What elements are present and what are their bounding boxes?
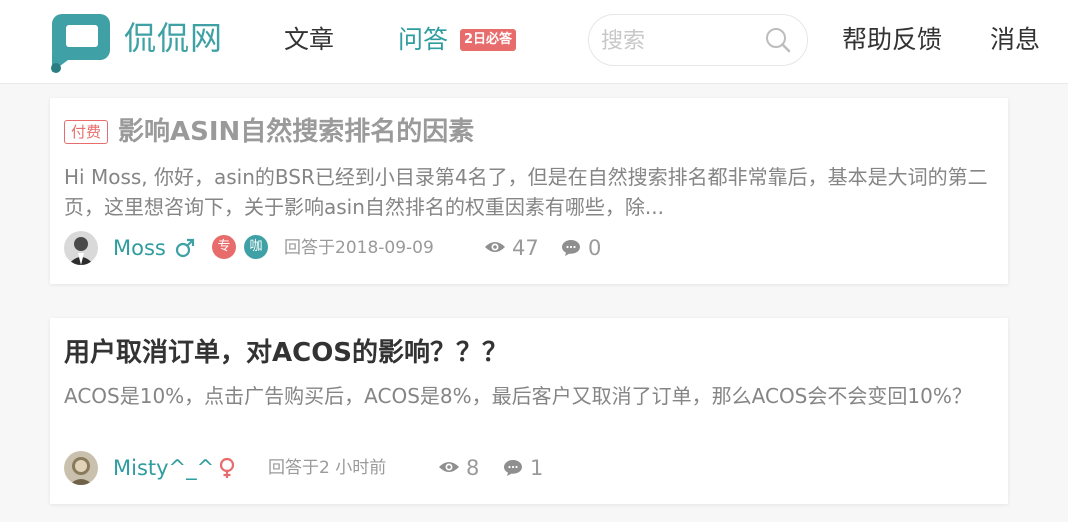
view-count: 47 xyxy=(512,236,539,260)
kankan-logo-icon[interactable] xyxy=(48,12,114,74)
paid-tag: 付费 xyxy=(64,120,108,144)
comment-count: 0 xyxy=(588,236,602,260)
comment-icon xyxy=(562,240,580,256)
question-meta: Misty^_^ 回答于2 小时前 8 1 xyxy=(64,451,994,485)
question-meta: Moss 专 咖 回答于2018-09-09 47 0 xyxy=(64,231,994,265)
eye-icon xyxy=(439,462,459,472)
author-name[interactable]: Misty^_^ xyxy=(113,453,214,483)
expert-badge: 专 xyxy=(212,235,236,259)
nav-qa[interactable]: 问答 xyxy=(398,22,448,58)
nav-help-feedback[interactable]: 帮助反馈 xyxy=(842,22,942,58)
question-card[interactable]: 用户取消订单，对ACOS的影响？？？ ACOS是10%，点击广告购买后，ACOS… xyxy=(50,318,1008,504)
question-description[interactable]: ACOS是10%，点击广告购买后，ACOS是8%，最后客户又取消了订单，那么AC… xyxy=(64,381,994,441)
question-title[interactable]: 影响ASIN自然搜索排名的因素 xyxy=(118,114,474,150)
question-description[interactable]: Hi Moss, 你好，asin的BSR已经到小目录第4名了，但是在自然搜索排名… xyxy=(64,162,994,222)
nav-messages[interactable]: 消息 xyxy=(990,22,1040,58)
vip-badge: 咖 xyxy=(244,235,268,259)
eye-icon xyxy=(485,242,505,252)
avatar[interactable] xyxy=(64,451,98,485)
answered-time: 回答于2 小时前 xyxy=(268,458,387,478)
view-count: 8 xyxy=(466,456,480,480)
answered-time: 回答于2018-09-09 xyxy=(284,238,434,258)
qa-badge: 2日必答 xyxy=(460,29,517,51)
male-icon xyxy=(175,238,195,258)
question-title[interactable]: 用户取消订单，对ACOS的影响？？？ xyxy=(64,335,508,371)
author-name[interactable]: Moss xyxy=(113,233,166,263)
question-card[interactable]: 付费 影响ASIN自然搜索排名的因素 Hi Moss, 你好，asin的BSR已… xyxy=(50,98,1008,284)
logo-text[interactable]: 侃侃网 xyxy=(124,18,223,58)
search-input[interactable] xyxy=(601,25,761,57)
nav-articles[interactable]: 文章 xyxy=(284,22,334,58)
top-navbar: 侃侃网 文章 问答 2日必答 帮助反馈 消息 xyxy=(0,0,1068,84)
comment-count: 1 xyxy=(530,456,544,480)
search-icon[interactable] xyxy=(764,26,792,54)
comment-icon xyxy=(504,460,522,476)
avatar[interactable] xyxy=(64,231,98,265)
female-icon xyxy=(219,457,235,478)
